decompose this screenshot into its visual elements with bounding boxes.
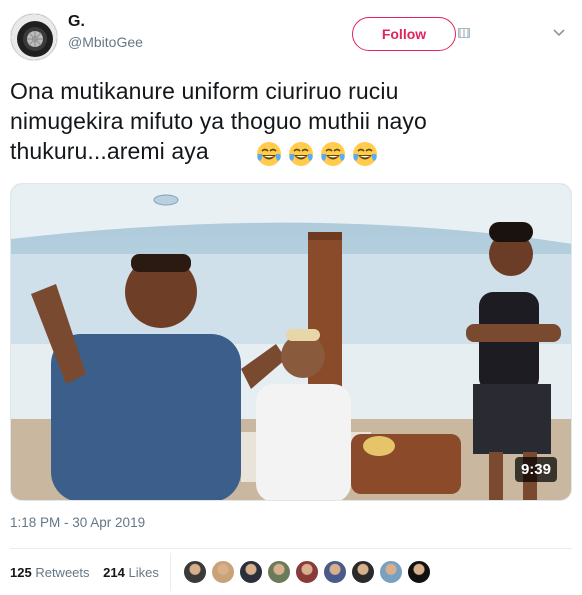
follow-button[interactable]: Follow: [352, 17, 456, 51]
tears-of-joy-emoji-icon: [353, 142, 377, 166]
video-duration-badge: 9:39: [514, 457, 557, 482]
liker-avatar[interactable]: [183, 560, 207, 584]
video-player[interactable]: 9:39: [10, 183, 572, 501]
author-name[interactable]: G.: [68, 13, 85, 31]
chevron-down-icon[interactable]: [552, 26, 566, 40]
liker-avatar[interactable]: [323, 560, 347, 584]
video-thumbnail: [11, 184, 571, 500]
emoji-row: [255, 140, 379, 172]
tweet-stats: 125 Retweets 214 Likes: [10, 565, 169, 580]
tweet-text-line: nimugekira mifuto ya thoguo muthii nayo: [10, 108, 427, 134]
liker-avatar[interactable]: [379, 560, 403, 584]
tears-of-joy-emoji-icon: [321, 142, 345, 166]
liker-avatar[interactable]: [407, 560, 431, 584]
likes-count: 214: [103, 565, 125, 580]
author-avatar[interactable]: [10, 13, 58, 61]
tweet-header: G. @MbitoGee Follow: [0, 0, 582, 64]
liker-avatar[interactable]: [267, 560, 291, 584]
stats-separator: [170, 553, 171, 591]
liker-avatar[interactable]: [239, 560, 263, 584]
author-handle[interactable]: @MbitoGee: [68, 34, 143, 50]
follow-options-icon[interactable]: [458, 28, 470, 38]
tears-of-joy-emoji-icon: [257, 142, 281, 166]
retweets-stat[interactable]: 125 Retweets: [10, 565, 90, 580]
tweet-text-line: Ona mutikanure uniform ciuriruo ruciu: [10, 78, 399, 104]
liker-avatar[interactable]: [351, 560, 375, 584]
tears-of-joy-emoji-icon: [289, 142, 313, 166]
liker-avatar[interactable]: [211, 560, 235, 584]
liker-avatar[interactable]: [295, 560, 319, 584]
liker-avatars: [183, 560, 431, 584]
retweets-count: 125: [10, 565, 32, 580]
tweet-timestamp[interactable]: 1:18 PM - 30 Apr 2019: [10, 515, 145, 530]
likes-label: Likes: [128, 565, 159, 580]
likes-stat[interactable]: 214 Likes: [103, 565, 159, 580]
divider: [10, 548, 572, 549]
retweets-label: Retweets: [35, 565, 90, 580]
